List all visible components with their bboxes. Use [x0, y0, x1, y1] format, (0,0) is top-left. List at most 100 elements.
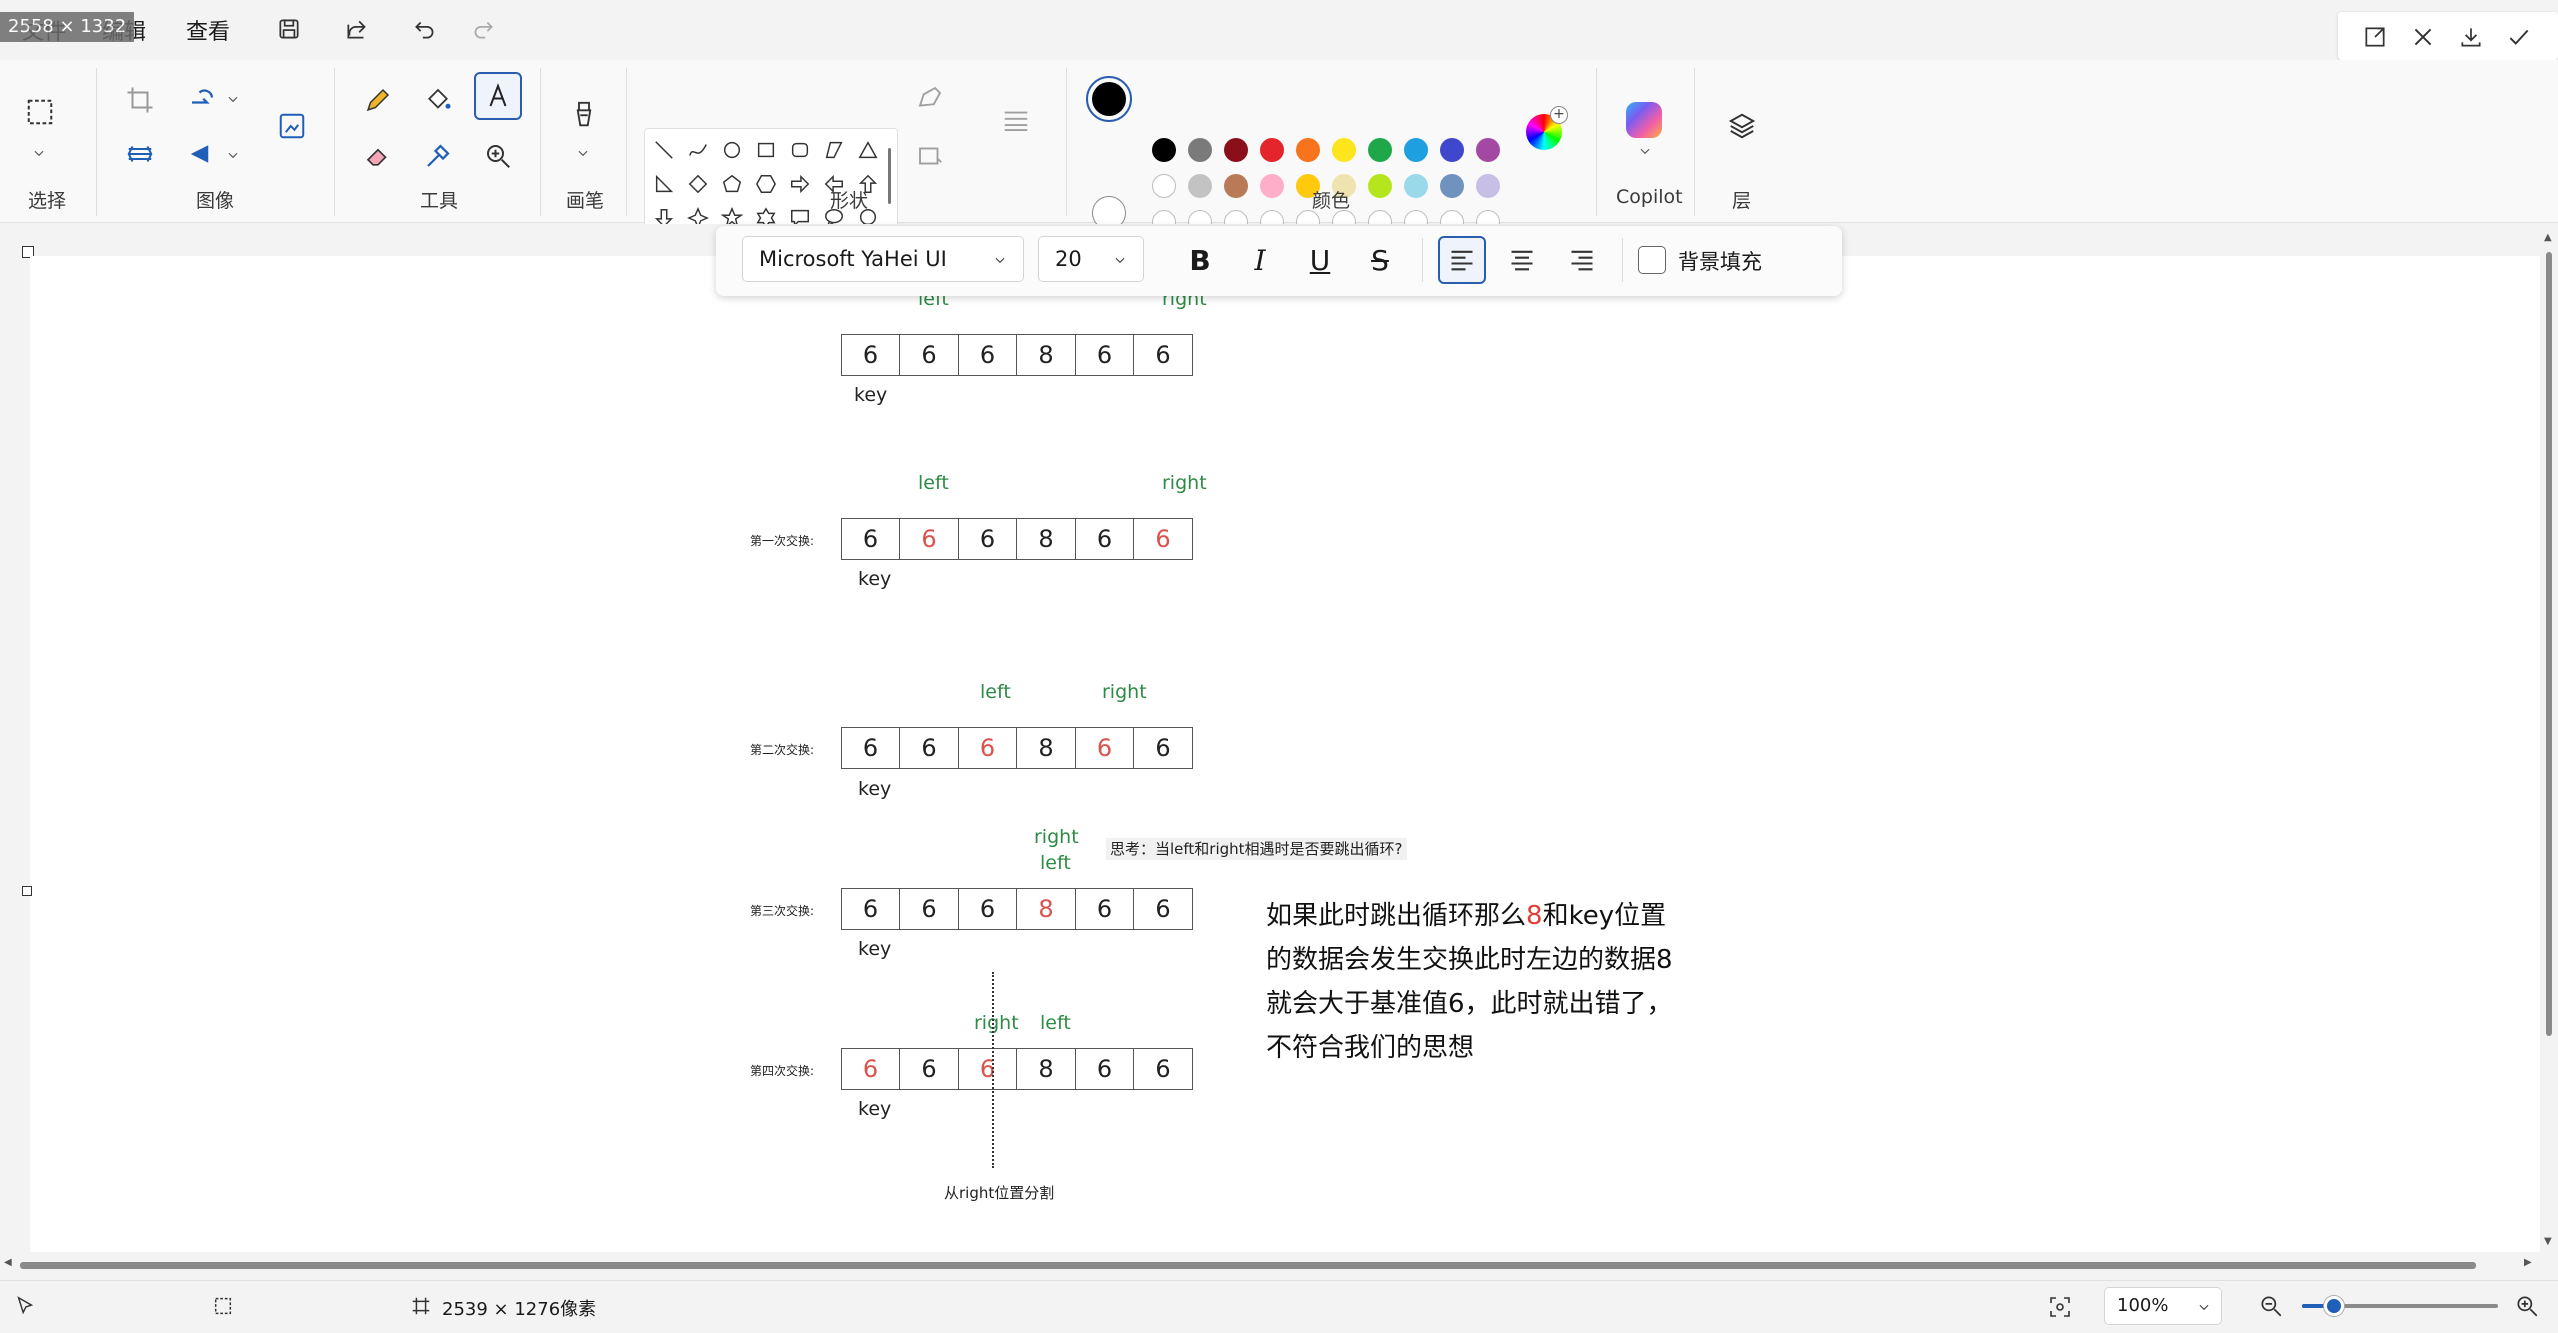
menu-view[interactable]: 查看	[186, 14, 230, 46]
redo-icon[interactable]	[466, 12, 500, 46]
pencil-icon[interactable]	[354, 76, 402, 124]
palette-color-swatch[interactable]	[1260, 174, 1284, 198]
zoom-out-icon[interactable]	[2258, 1293, 2284, 1319]
eraser-icon[interactable]	[354, 132, 402, 180]
shape-fill-icon[interactable]	[906, 132, 954, 180]
italic-button[interactable]: I	[1236, 236, 1284, 284]
canvas-size-icon	[412, 1297, 430, 1315]
palette-color-swatch[interactable]	[1476, 138, 1500, 162]
brush-icon[interactable]	[560, 90, 608, 138]
palette-color-swatch[interactable]	[1368, 174, 1392, 198]
array-cell: 6	[840, 727, 901, 769]
canvas[interactable]	[22, 256, 2540, 1252]
bold-button[interactable]: B	[1176, 236, 1224, 284]
polygon-shape-icon[interactable]	[820, 136, 848, 164]
palette-color-swatch[interactable]	[1260, 138, 1284, 162]
left-pointer-label: left	[980, 681, 1011, 703]
flip-icon[interactable]	[178, 130, 226, 178]
array-cell: 8	[1016, 518, 1076, 560]
zoom-value: 100%	[2117, 1295, 2169, 1316]
copilot-icon[interactable]	[1626, 102, 1662, 138]
array-cell: 6	[899, 334, 959, 376]
palette-color-swatch[interactable]	[1188, 174, 1212, 198]
primary-color-swatch[interactable]	[1086, 76, 1132, 122]
underline-button[interactable]: U	[1296, 236, 1344, 284]
palette-color-swatch[interactable]	[1476, 174, 1500, 198]
chevron-down-icon[interactable]	[1638, 144, 1652, 158]
vertical-scroll-thumb[interactable]	[2546, 252, 2552, 1036]
chevron-down-icon[interactable]	[226, 148, 240, 162]
canvas-resize-handle[interactable]	[22, 886, 32, 896]
color-picker-icon[interactable]	[414, 132, 462, 180]
zoom-select[interactable]: 100%	[2104, 1287, 2222, 1325]
zoom-slider-thumb[interactable]	[2324, 1296, 2344, 1316]
vertical-scrollbar[interactable]: ▲ ▼	[2540, 232, 2558, 1252]
horizontal-scroll-thumb[interactable]	[20, 1262, 2476, 1269]
zoom-in-icon[interactable]	[2514, 1293, 2540, 1319]
align-center-button[interactable]	[1498, 236, 1546, 284]
align-right-button[interactable]	[1558, 236, 1606, 284]
pentagon-shape-icon[interactable]	[718, 170, 746, 198]
align-left-button[interactable]	[1438, 236, 1486, 284]
share-icon[interactable]	[340, 12, 374, 46]
explain-line1a: 如果此时跳出循环那么	[1266, 901, 1527, 931]
crop-icon[interactable]	[116, 76, 164, 124]
new-window-icon[interactable]	[2362, 24, 2388, 50]
outline-icon[interactable]	[906, 74, 954, 122]
rotate-icon[interactable]	[178, 76, 226, 124]
palette-color-swatch[interactable]	[1404, 174, 1428, 198]
palette-color-swatch[interactable]	[1152, 138, 1176, 162]
palette-color-swatch[interactable]	[1188, 138, 1212, 162]
palette-color-swatch[interactable]	[1224, 138, 1248, 162]
download-icon[interactable]	[2458, 24, 2484, 50]
right-arrow-shape-icon[interactable]	[786, 170, 814, 198]
background-fill-checkbox[interactable]	[1638, 246, 1666, 274]
strikethrough-button[interactable]: S	[1356, 236, 1404, 284]
diamond-shape-icon[interactable]	[684, 170, 712, 198]
rectangle-shape-icon[interactable]	[752, 136, 780, 164]
right-pointer-label: right	[974, 1012, 1019, 1034]
image-select-icon[interactable]	[268, 102, 316, 150]
chevron-down-icon[interactable]	[576, 146, 590, 160]
size-icon[interactable]	[992, 96, 1040, 144]
fill-bucket-icon[interactable]	[414, 76, 462, 124]
horizontal-scrollbar[interactable]: ◀ ▶	[0, 1256, 2540, 1274]
palette-color-swatch[interactable]	[1404, 138, 1428, 162]
array-cell: 6	[1074, 1048, 1135, 1090]
magnifier-icon[interactable]	[474, 132, 522, 180]
resize-icon[interactable]	[116, 130, 164, 178]
palette-color-swatch[interactable]	[1440, 138, 1464, 162]
array-row: 666866	[840, 518, 1193, 560]
chevron-down-icon[interactable]	[226, 92, 240, 106]
add-color-icon[interactable]: +	[1550, 106, 1568, 124]
shapes-scrollbar[interactable]	[888, 148, 891, 204]
palette-color-swatch[interactable]	[1224, 174, 1248, 198]
triangle-shape-icon[interactable]	[854, 136, 882, 164]
line-shape-icon[interactable]	[650, 136, 678, 164]
font-size-select[interactable]: 20	[1038, 236, 1144, 282]
palette-color-swatch[interactable]	[1440, 174, 1464, 198]
oval-shape-icon[interactable]	[718, 136, 746, 164]
rounded-rect-shape-icon[interactable]	[786, 136, 814, 164]
status-bar: 2539 × 1276像素 100%	[0, 1280, 2558, 1333]
save-icon[interactable]	[272, 12, 306, 46]
text-tool-icon[interactable]	[474, 72, 522, 120]
layers-icon[interactable]	[1718, 102, 1766, 150]
palette-color-swatch[interactable]	[1152, 174, 1176, 198]
palette-color-swatch[interactable]	[1332, 138, 1356, 162]
right-triangle-shape-icon[interactable]	[650, 170, 678, 198]
chevron-down-icon	[995, 257, 1005, 264]
group-label-layers: 层	[1732, 190, 1752, 212]
undo-icon[interactable]	[408, 12, 442, 46]
fit-to-window-icon[interactable]	[2048, 1295, 2072, 1319]
chevron-down-icon[interactable]	[32, 146, 46, 160]
close-icon[interactable]	[2410, 24, 2436, 50]
swap-step-label: 第一次交换:	[750, 534, 815, 548]
font-family-select[interactable]: Microsoft YaHei UI	[742, 236, 1024, 282]
palette-color-swatch[interactable]	[1296, 138, 1320, 162]
palette-color-swatch[interactable]	[1368, 138, 1392, 162]
hexagon-shape-icon[interactable]	[752, 170, 780, 198]
curve-shape-icon[interactable]	[684, 136, 712, 164]
select-rect-icon[interactable]	[16, 88, 64, 136]
checkmark-icon[interactable]	[2506, 24, 2532, 50]
